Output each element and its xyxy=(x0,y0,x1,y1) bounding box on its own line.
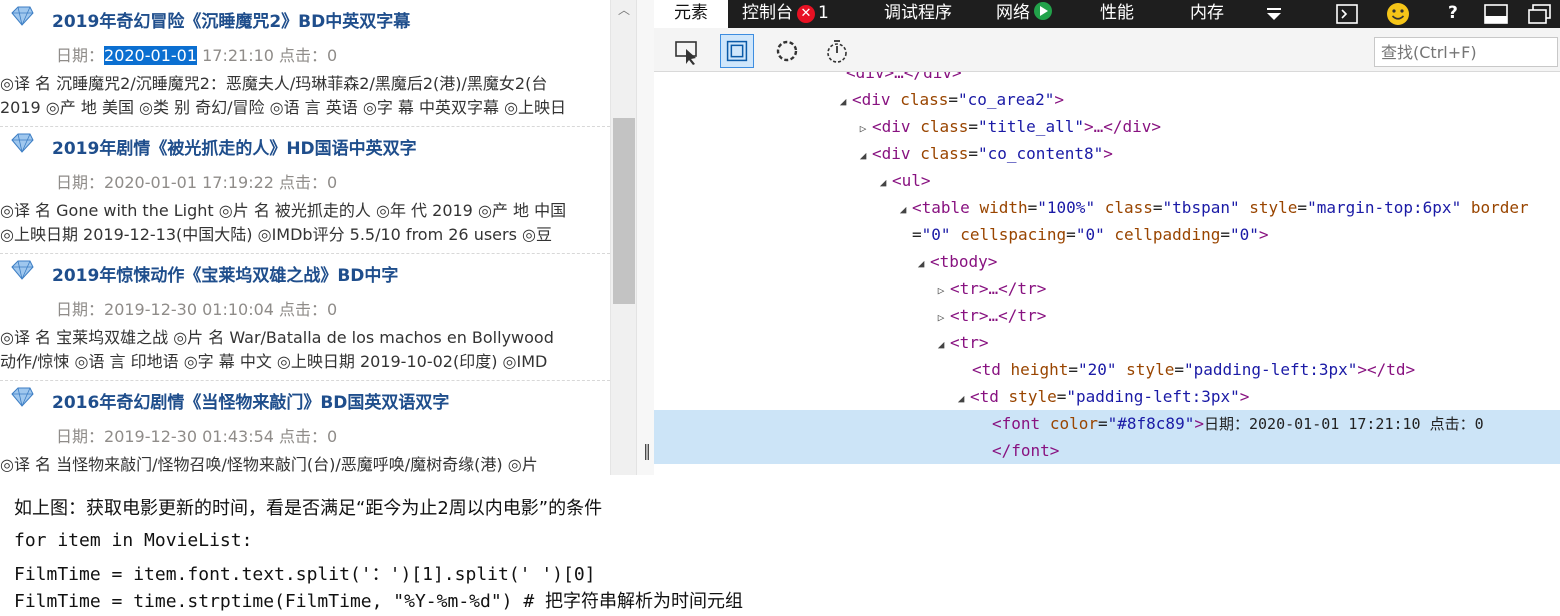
splitter-grip-icon[interactable]: ‖ xyxy=(643,441,651,460)
dom-node[interactable]: ▷ <tr>…</tr> xyxy=(654,275,1560,302)
caret-down-icon[interactable]: ◢ xyxy=(894,196,912,223)
movie-title-link[interactable]: 2016年奇幻剧情《当怪物来敲门》BD国英双语双字 xyxy=(52,388,449,413)
gem-icon xyxy=(11,6,34,26)
selected-date-text: 2020-01-01 xyxy=(104,46,197,65)
movie-description: ◎上映日期 2019-12-13(中国大陆) ◎IMDb评分 5.5/10 fr… xyxy=(0,225,552,244)
more-tabs-icon[interactable] xyxy=(1264,4,1284,24)
dom-node-selected[interactable]: <font color="#8f8c89">日期：2020-01-01 17:2… xyxy=(654,410,1560,437)
code-line: for item in MovieList: xyxy=(14,530,253,551)
caret-right-icon[interactable]: ▷ xyxy=(932,277,950,304)
devtools-panel: 元素 控制台✕1 调试程序 网络 性能 内存 ? <div>…</div> ◢<… xyxy=(654,0,1560,475)
select-element-icon[interactable] xyxy=(670,34,704,68)
tab-console[interactable]: 控制台 ✕ 1 xyxy=(742,0,829,28)
tab-network[interactable]: 网络 xyxy=(996,0,1052,28)
dom-node[interactable]: <div>…</div> xyxy=(654,72,1560,86)
dom-node-selected[interactable]: </font> xyxy=(654,437,1560,464)
movie-item: 2019年奇幻冒险《沉睡魔咒2》BD中英双字幕 日期：2020-01-01 17… xyxy=(0,0,610,127)
caret-down-icon[interactable]: ◢ xyxy=(952,385,970,412)
tab-memory[interactable]: 内存 xyxy=(1190,0,1224,28)
article-caption: 如上图：获取电影更新的时间，看是否满足“距今为止2周以内电影”的条件 xyxy=(14,498,603,519)
code-line: FilmTime = time.strptime(FilmTime, "%Y-%… xyxy=(14,591,744,612)
dom-node[interactable]: ◢ <tbody> xyxy=(654,248,1560,275)
error-count: 1 xyxy=(818,3,829,23)
code-line: FilmTime = item.font.text.split('：')[1].… xyxy=(14,564,596,585)
dom-node-continuation[interactable]: ="0" cellspacing="0" cellpadding="0"> xyxy=(654,221,1560,248)
gem-icon xyxy=(11,133,34,153)
scrollbar-thumb[interactable] xyxy=(613,118,635,304)
dom-node[interactable]: ◢ <table width="100%" class="tbspan" styl… xyxy=(654,194,1560,221)
find-input[interactable] xyxy=(1374,37,1558,67)
dom-node[interactable]: ◢ <div class="co_content8"> xyxy=(654,140,1560,167)
movie-description: ◎译 名 当怪物来敲门/怪物召唤/怪物来敲门(台)/恶魔呼唤/魔树奇缘(港) ◎… xyxy=(0,455,538,474)
timer-icon[interactable] xyxy=(820,34,854,68)
caret-right-icon[interactable]: ▷ xyxy=(932,304,950,331)
record-icon xyxy=(1034,2,1052,20)
movie-item: 2016年奇幻剧情《当怪物来敲门》BD国英双语双字 日期：2019-12-30 … xyxy=(0,381,610,475)
dom-tree: <div>…</div> ◢ <div class="co_area2"> ▷ <d… xyxy=(654,72,1560,475)
dom-node[interactable]: ◢ <ul> xyxy=(654,167,1560,194)
dom-node[interactable]: <td height="20" style="padding-left:3px"… xyxy=(654,356,1560,383)
movie-date: 日期：2020-01-01 17:21:10 点击：0 xyxy=(56,46,338,65)
help-icon[interactable]: ? xyxy=(1448,0,1458,28)
dom-node[interactable]: ◢ <div class="co_area2"> xyxy=(654,86,1560,113)
movie-description: 2019 ◎产 地 美国 ◎类 别 奇幻/冒险 ◎语 言 英语 ◎字 幕 中英双… xyxy=(0,98,567,117)
smiley-feedback-icon[interactable] xyxy=(1386,2,1410,26)
movie-description: ◎译 名 宝莱坞双雄之战 ◎片 名 War/Batalla de los mac… xyxy=(0,328,554,347)
dom-node[interactable]: ◢ <tr> xyxy=(654,329,1560,356)
movie-title-link[interactable]: 2019年奇幻冒险《沉睡魔咒2》BD中英双字幕 xyxy=(52,7,410,32)
movie-description: ◎译 名 沉睡魔咒2/沉睡魔咒2：恶魔夫人/玛琳菲森2/黑魔后2(港)/黑魔女2… xyxy=(0,74,548,93)
tab-performance[interactable]: 性能 xyxy=(1100,0,1134,28)
devtools-toolbar xyxy=(654,28,1560,72)
movie-title-link[interactable]: 2019年惊悚动作《宝莱坞双雄之战》BD中字 xyxy=(52,261,398,286)
caret-right-icon[interactable]: ▷ xyxy=(854,115,872,142)
caret-down-icon[interactable]: ◢ xyxy=(874,169,892,196)
dom-node[interactable]: ▷ <div class="title_all">…</div> xyxy=(654,113,1560,140)
gem-icon xyxy=(11,387,34,407)
tab-debugger[interactable]: 调试程序 xyxy=(884,0,952,28)
error-icon: ✕ xyxy=(797,5,815,23)
pane-splitter[interactable]: ‖ xyxy=(636,0,654,475)
dom-node[interactable]: ▷ <tr>…</tr> xyxy=(654,302,1560,329)
tab-elements[interactable]: 元素 xyxy=(654,0,728,28)
movie-description: 动作/惊悚 ◎语 言 印地语 ◎字 幕 中文 ◎上映日期 2019-10-02(… xyxy=(0,352,548,371)
caret-down-icon[interactable]: ◢ xyxy=(834,88,852,115)
movie-item: 2019年惊悚动作《宝莱坞双雄之战》BD中字 日期：2019-12-30 01:… xyxy=(0,254,610,381)
movie-list-page: 2019年奇幻冒险《沉睡魔咒2》BD中英双字幕 日期：2020-01-01 17… xyxy=(0,0,610,475)
caret-down-icon[interactable]: ◢ xyxy=(912,250,930,277)
page-scrollbar[interactable]: ︿ xyxy=(610,0,636,475)
caret-down-icon[interactable]: ◢ xyxy=(932,331,950,358)
movie-date: 日期：2019-12-30 01:43:54 点击：0 xyxy=(56,427,338,446)
movie-date: 日期：2019-12-30 01:10:04 点击：0 xyxy=(56,300,338,319)
undock-icon[interactable] xyxy=(1528,4,1552,24)
movie-description: ◎译 名 Gone with the Light ◎片 名 被光抓走的人 ◎年 … xyxy=(0,201,567,220)
console-icon[interactable] xyxy=(1336,4,1358,24)
caret-down-icon[interactable]: ◢ xyxy=(854,142,872,169)
devtools-tab-bar: 元素 控制台 ✕ 1 调试程序 网络 性能 内存 ? xyxy=(654,0,1560,28)
movie-item: 2019年剧情《被光抓走的人》HD国语中英双字 日期：2020-01-01 17… xyxy=(0,127,610,254)
movie-date: 日期：2020-01-01 17:19:22 点击：0 xyxy=(56,173,338,192)
refresh-circle-icon[interactable] xyxy=(770,34,804,68)
dock-icon[interactable] xyxy=(1484,4,1508,24)
chevron-up-icon[interactable]: ︿ xyxy=(614,0,634,20)
gem-icon xyxy=(11,260,34,280)
movie-title-link[interactable]: 2019年剧情《被光抓走的人》HD国语中英双字 xyxy=(52,134,417,159)
highlight-element-icon[interactable] xyxy=(720,34,754,68)
dom-node[interactable]: ◢ <td style="padding-left:3px"> xyxy=(654,383,1560,410)
